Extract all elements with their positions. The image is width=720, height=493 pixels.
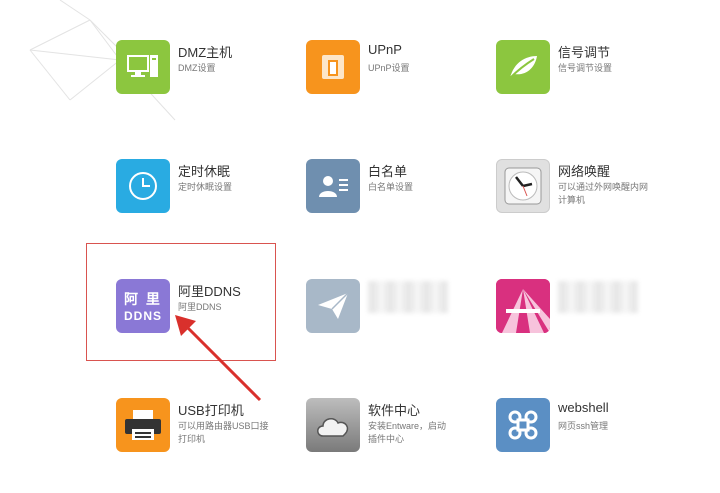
tile-description: DMZ设置 [178,63,216,73]
tile-whitelist[interactable]: 白名单 白名单设置 [306,159,506,239]
highlight-box [86,243,276,361]
tile-description: 信号调节设置 [558,63,613,73]
tile-blurred-1[interactable] [306,279,506,359]
tile-wake-on-lan[interactable]: 网络唤醒 可以通过外网唤醒内网计算机 [496,159,696,239]
tile-label: USB打印机 [178,403,244,418]
tile-description: 定时休眠设置 [178,182,233,192]
command-key-icon [496,398,550,452]
tile-scheduled-sleep[interactable]: 定时休眠 定时休眠设置 [116,159,316,239]
tile-description: 网页ssh管理 [558,421,609,431]
tile-label: 白名单 [368,164,408,179]
tile-label: 软件中心 [368,403,421,418]
pink-fan-icon [496,279,550,333]
tile-label: 信号调节 [558,45,611,60]
leaf-icon [496,40,550,94]
tile-description: UPnP设置 [368,63,410,73]
clock-icon [116,159,170,213]
tile-description: 可以用路由器USB口接打印机 [178,421,269,444]
wall-clock-icon [496,159,550,213]
tile-blurred-2[interactable] [496,279,696,359]
tile-software-center[interactable]: 软件中心 安装Entware，启动插件中心 [306,398,506,478]
tile-label: webshell [558,400,609,415]
computer-icon [116,40,170,94]
contact-card-icon [306,159,360,213]
tile-signal-adjust[interactable]: 信号调节 信号调节设置 [496,40,696,120]
tile-dmz-host[interactable]: DMZ主机 DMZ设置 [116,40,316,120]
tile-description: 可以通过外网唤醒内网计算机 [558,182,649,205]
paper-plane-icon [306,279,360,333]
printer-icon [116,398,170,452]
tile-description: 白名单设置 [368,182,414,192]
tile-label: 网络唤醒 [558,164,611,179]
tile-label: UPnP [368,42,402,57]
tile-label: DMZ主机 [178,45,233,60]
tile-usb-printer[interactable]: USB打印机 可以用路由器USB口接打印机 [116,398,316,478]
blurred-label [558,281,638,313]
tile-webshell[interactable]: webshell 网页ssh管理 [496,398,696,478]
upnp-icon [306,40,360,94]
tile-label: 定时休眠 [178,164,231,179]
blurred-label [368,281,448,313]
tile-upnp[interactable]: UPnP UPnP设置 [306,40,506,120]
cloud-icon [306,398,360,452]
tile-description: 安装Entware，启动插件中心 [368,421,447,444]
